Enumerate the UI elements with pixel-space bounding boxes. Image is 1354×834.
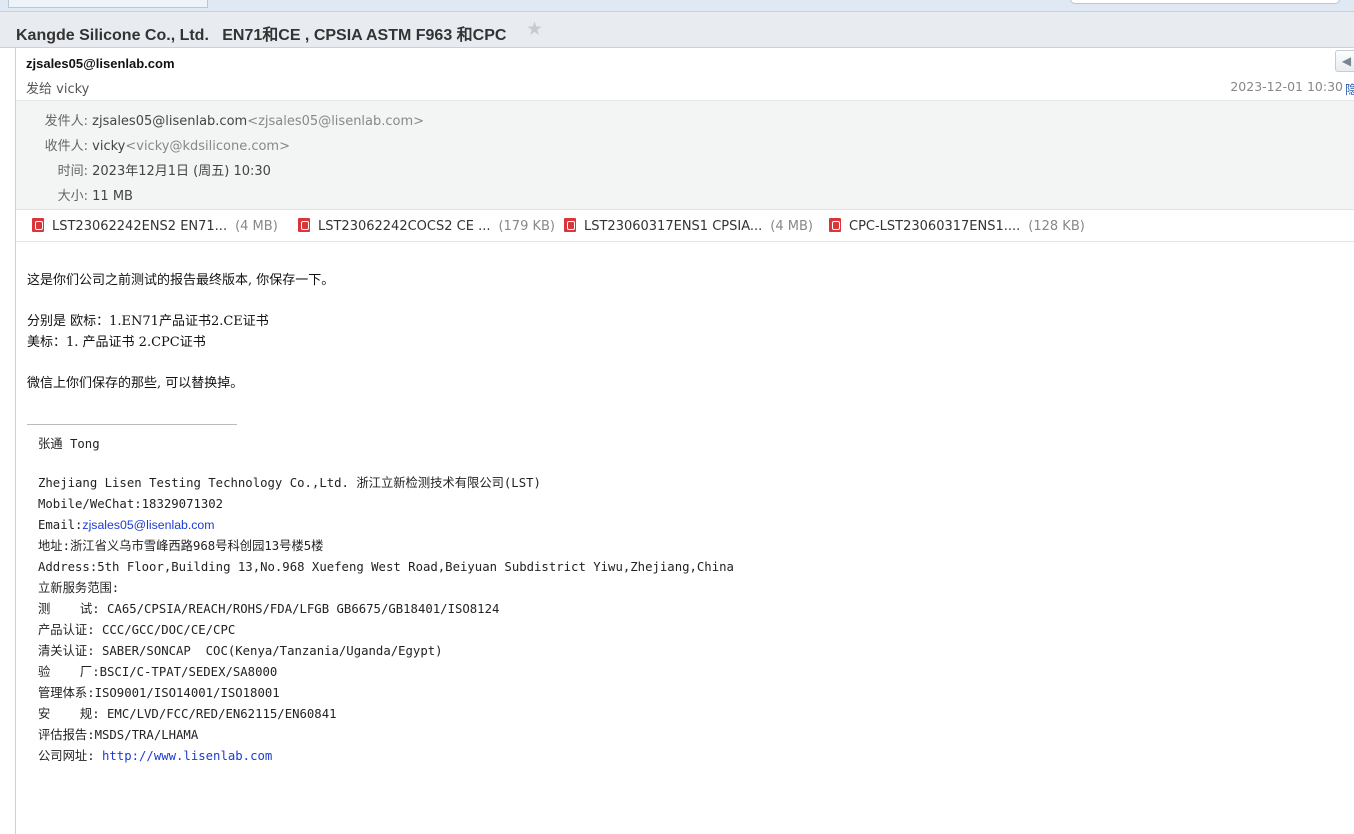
signature-service-line: 测 试: CA65/CPSIA/REACH/ROHS/FDA/LFGB GB66…	[38, 602, 500, 616]
sender-address[interactable]: zjsales05@lisenlab.com	[26, 56, 175, 71]
reply-arrow-icon: ◀	[1341, 54, 1352, 68]
top-search-box[interactable]	[1070, 0, 1340, 4]
attachment-item[interactable]: CPC-LST23060317ENS1.... (128 KB)	[829, 218, 1085, 236]
reply-button[interactable]: ◀	[1335, 50, 1354, 72]
signature-name: 张通 Tong	[38, 437, 100, 451]
signature-website-link[interactable]: http://www.lisenlab.com	[102, 749, 272, 763]
attachment-item[interactable]: LST23060317ENS1 CPSIA... (4 MB)	[564, 218, 813, 236]
from-name[interactable]: zjsales05@lisenlab.com	[92, 114, 247, 129]
email-subject-bar: Kangde Silicone Co., Ltd. EN71和CE , CPSI…	[0, 12, 1354, 48]
size-label: 大小:	[57, 189, 88, 204]
signature-website-row: 公司网址: http://www.lisenlab.com	[38, 746, 1138, 767]
pdf-file-icon	[829, 218, 841, 232]
browser-tab[interactable]	[8, 0, 208, 8]
signature-service-line: 管理体系:ISO9001/ISO14001/ISO18001	[38, 686, 280, 700]
body-line: 这是你们公司之前测试的报告最终版本, 你保存一下。	[27, 273, 335, 288]
signature-service-line: 安 规: EMC/LVD/FCC/RED/EN62115/EN60841	[38, 707, 337, 721]
recipient-summary: 发给 vicky	[26, 82, 90, 97]
pdf-file-icon	[32, 218, 44, 232]
attachment-name[interactable]: CPC-LST23060317ENS1....	[849, 219, 1020, 234]
from-address: <zjsales05@lisenlab.com>	[247, 114, 425, 129]
to-name[interactable]: vicky	[92, 139, 125, 154]
signature-email-row: Email:zjsales05@lisenlab.com	[38, 515, 1138, 536]
signature-divider	[27, 424, 237, 425]
attachment-size: (128 KB)	[1028, 219, 1085, 234]
signature-service-line: 清关认证: SABER/SONCAP COC(Kenya/Tanzania/Ug…	[38, 644, 443, 658]
email-subject: Kangde Silicone Co., Ltd. EN71和CE , CPSI…	[16, 27, 507, 44]
signature-address-cn: 地址:浙江省义乌市雪峰西路968号科创园13号楼5楼	[38, 539, 324, 553]
attachment-name[interactable]: LST23062242ENS2 EN71...	[52, 219, 227, 234]
time-label: 时间:	[57, 164, 88, 179]
attachment-name[interactable]: LST23060317ENS1 CPSIA...	[584, 219, 762, 234]
signature-service-line: 评估报告:MSDS/TRA/LHAMA	[38, 728, 199, 742]
detail-to-row: 收件人: vicky<vicky@kdsilicone.com>	[16, 135, 616, 154]
signature-email-link[interactable]: zjsales05@lisenlab.com	[82, 518, 214, 532]
body-line: 微信上你们保存的那些, 可以替换掉。	[27, 376, 244, 391]
attachment-size: (4 MB)	[770, 219, 813, 234]
hide-details-link[interactable]: 隐藏	[1345, 79, 1354, 98]
attachment-size: (4 MB)	[235, 219, 278, 234]
from-label: 发件人:	[44, 114, 88, 129]
detail-from-row: 发件人: zjsales05@lisenlab.com<zjsales05@li…	[16, 110, 616, 129]
attachment-item[interactable]: LST23062242COCS2 CE ... (179 KB)	[298, 218, 555, 236]
signature-company: Zhejiang Lisen Testing Technology Co.,Lt…	[38, 476, 541, 490]
signature-email-label: Email:	[38, 518, 83, 532]
email-datetime: 2023-12-01 10:30	[1230, 79, 1343, 94]
signature-mobile: Mobile/WeChat:18329071302	[38, 497, 224, 511]
to-label: 收件人:	[44, 139, 88, 154]
signature-address-en: Address:5th Floor,Building 13,No.968 Xue…	[38, 560, 734, 574]
attachment-size: (179 KB)	[498, 219, 556, 234]
attachment-bar: LST23062242ENS2 EN71... (4 MB) LST2306224…	[16, 210, 1354, 242]
email-signature: 张通 Tong Zhejiang Lisen Testing Technolog…	[38, 434, 1138, 767]
signature-service-line: 产品认证: CCC/GCC/DOC/CE/CPC	[38, 623, 236, 637]
signature-website-label: 公司网址:	[38, 749, 102, 763]
pdf-file-icon	[298, 218, 310, 232]
email-body: 这是你们公司之前测试的报告最终版本, 你保存一下。 分别是 欧标：1.EN71产…	[27, 270, 1227, 394]
sender-header: zjsales05@lisenlab.com 发给 vicky 2023-12-…	[16, 48, 1354, 100]
star-icon[interactable]: ★	[526, 19, 543, 39]
detail-size-row: 大小: 11 MB	[16, 185, 616, 204]
body-line: 分别是 欧标：1.EN71产品证书2.CE证书	[27, 314, 269, 329]
window-top-strip	[0, 0, 1354, 12]
signature-services-title: 立新服务范围:	[38, 581, 120, 595]
to-address: <vicky@kdsilicone.com>	[125, 139, 290, 154]
time-value: 2023年12月1日 (周五) 10:30	[92, 164, 271, 179]
attachment-item[interactable]: LST23062242ENS2 EN71... (4 MB)	[32, 218, 278, 236]
body-line: 美标：1. 产品证书 2.CPC证书	[27, 335, 206, 350]
signature-service-line: 验 厂:BSCI/C-TPAT/SEDEX/SA8000	[38, 665, 278, 679]
pdf-file-icon	[564, 218, 576, 232]
attachment-name[interactable]: LST23062242COCS2 CE ...	[318, 219, 490, 234]
email-reading-pane: zjsales05@lisenlab.com 发给 vicky 2023-12-…	[15, 48, 1354, 834]
size-value: 11 MB	[92, 189, 133, 204]
email-details-panel: 发件人: zjsales05@lisenlab.com<zjsales05@li…	[16, 100, 1354, 210]
detail-time-row: 时间: 2023年12月1日 (周五) 10:30	[16, 160, 616, 179]
